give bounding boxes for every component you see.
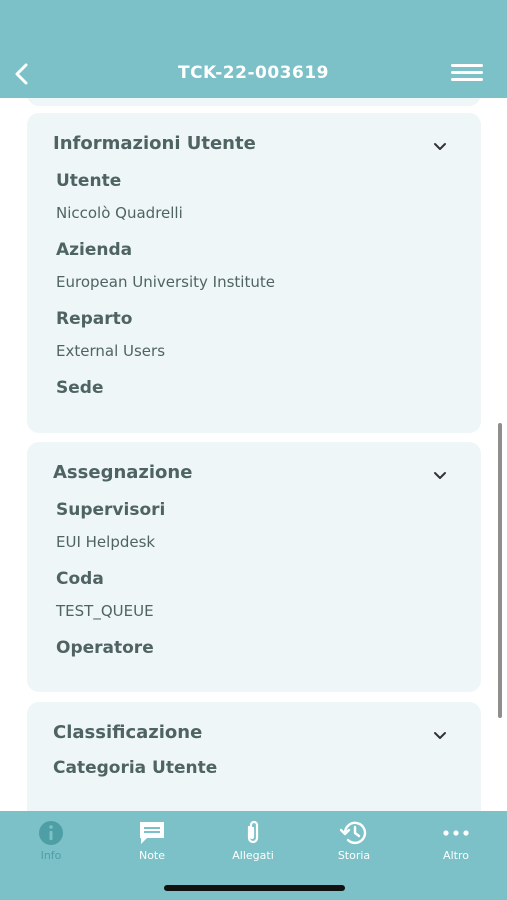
field-label-sede: Sede	[56, 378, 104, 398]
tab-note[interactable]: Note	[107, 819, 197, 862]
section-title: Classificazione	[53, 722, 203, 743]
tab-storia[interactable]: Storia	[309, 819, 399, 862]
field-label-supervisori: Supervisori	[56, 500, 166, 520]
section-title: Informazioni Utente	[53, 133, 256, 154]
field-label-operatore: Operatore	[56, 638, 154, 658]
field-value-azienda: European University Institute	[56, 273, 275, 291]
section-title: Assegnazione	[53, 462, 193, 483]
tab-label: Altro	[443, 849, 469, 862]
field-label-azienda: Azienda	[56, 240, 133, 260]
ticket-title: TCK-22-003619	[177, 63, 329, 83]
tab-label: Note	[138, 849, 166, 862]
field-value-coda: TEST_QUEUE	[56, 602, 154, 620]
tab-altro[interactable]: Altro	[411, 819, 501, 862]
paperclip-icon	[247, 820, 259, 844]
section-assegnazione: Assegnazione Supervisori EUI Helpdesk Co…	[27, 442, 481, 692]
tab-label: Allegati	[232, 849, 274, 862]
previous-section-card	[27, 98, 481, 106]
tab-label: Storia	[337, 849, 371, 862]
app-header: TCK-22-003619	[0, 0, 507, 98]
section-classificazione: Classificazione Categoria Utente	[27, 702, 481, 811]
section-informazioni-utente: Informazioni Utente Utente Niccolò Quadr…	[27, 113, 481, 433]
tab-info[interactable]: Info	[6, 819, 96, 862]
more-icon	[443, 830, 469, 836]
hamburger-line	[451, 78, 483, 81]
tab-label: Info	[40, 849, 62, 862]
chat-icon	[140, 822, 164, 844]
home-indicator	[164, 885, 345, 891]
ticket-details[interactable]: Informazioni Utente Utente Niccolò Quadr…	[0, 98, 507, 811]
info-icon	[39, 821, 63, 845]
field-label-utente: Utente	[56, 171, 122, 191]
menu-button[interactable]	[451, 64, 483, 84]
hamburger-line	[451, 64, 483, 67]
field-label-categoria-utente: Categoria Utente	[53, 758, 218, 778]
scrollbar[interactable]	[498, 423, 502, 718]
hamburger-line	[451, 71, 483, 74]
field-value-reparto: External Users	[56, 342, 166, 360]
history-icon	[339, 821, 367, 845]
field-label-coda: Coda	[56, 569, 104, 589]
chevron-down-icon[interactable]	[433, 471, 447, 481]
field-value-supervisori: EUI Helpdesk	[56, 533, 156, 551]
chevron-down-icon[interactable]	[433, 731, 447, 741]
field-value-utente: Niccolò Quadrelli	[56, 204, 183, 222]
field-label-reparto: Reparto	[56, 309, 133, 329]
tab-allegati[interactable]: Allegati	[208, 819, 298, 862]
chevron-down-icon[interactable]	[433, 142, 447, 152]
